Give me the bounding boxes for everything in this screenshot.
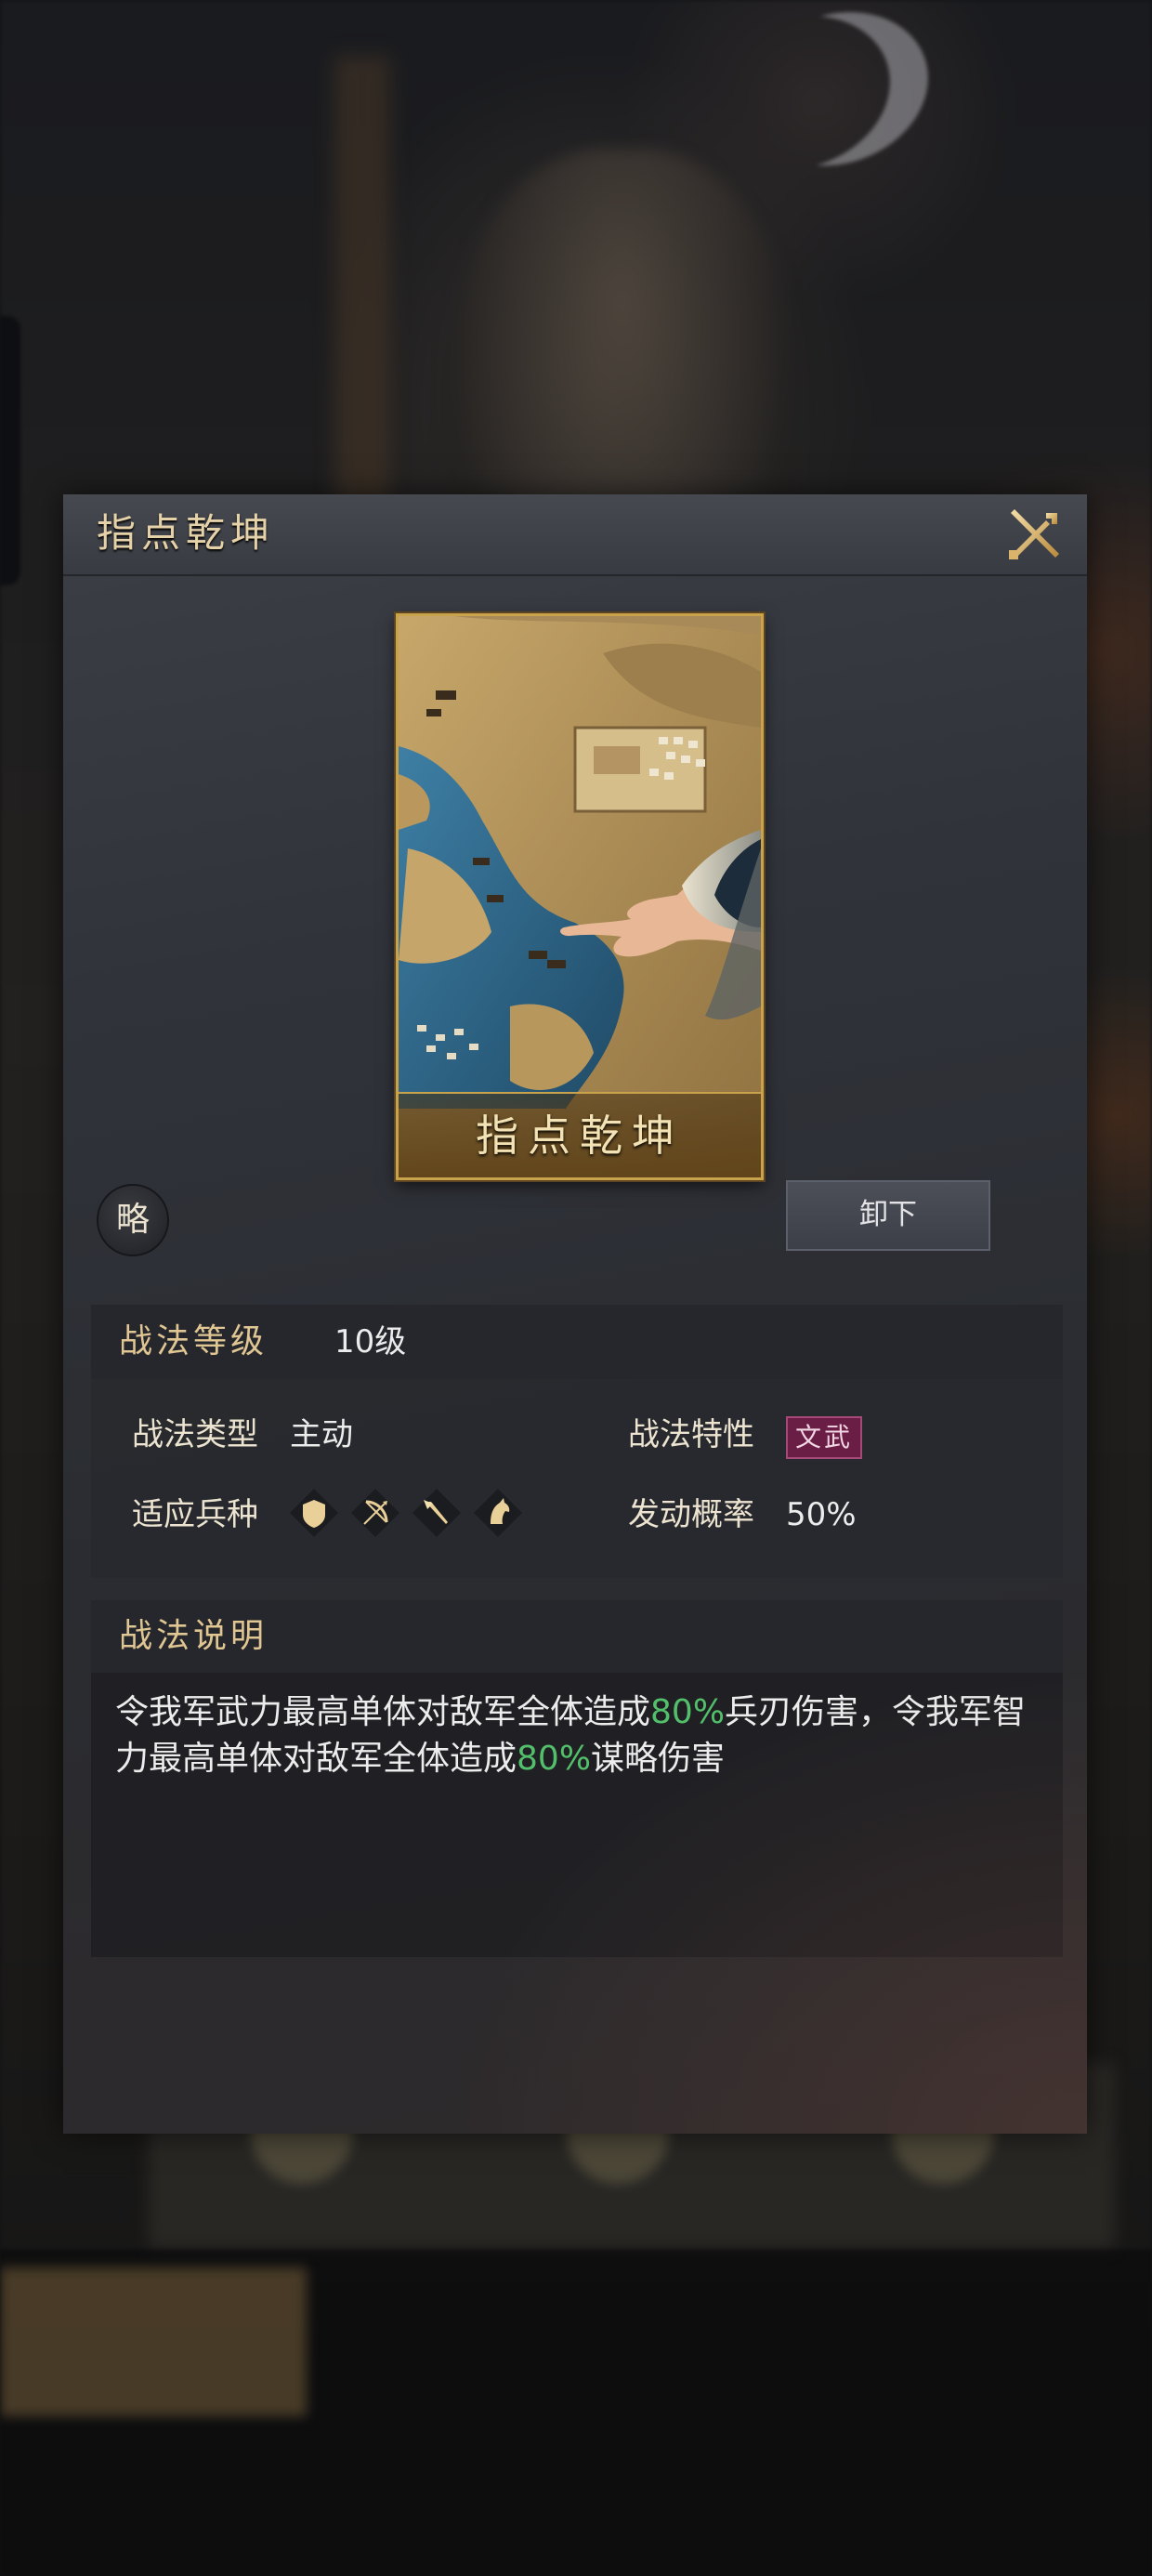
bow-icon xyxy=(351,1489,399,1537)
description-header: 战法说明 xyxy=(91,1600,1063,1673)
close-button[interactable] xyxy=(1005,504,1067,565)
tactic-level-label: 战法等级 xyxy=(119,1322,268,1360)
crossed-swords-close-icon xyxy=(1009,509,1059,559)
description-text: 令我军武力最高单体对敌军全体造成80%兵刃伤害，令我军智力最高单体对敌军全体造成… xyxy=(115,1689,1044,1782)
unequip-button[interactable]: 卸下 xyxy=(786,1180,990,1251)
tactic-detail-dialog: 指点乾坤 指点乾坤 略 卸下 战法等级 10级 战法类型 主动 战法特性 文武 … xyxy=(63,494,1087,2134)
damage-percent-1: 80% xyxy=(650,1693,726,1731)
tactic-description-panel: 战法说明 令我军武力最高单体对敌军全体造成80%兵刃伤害，令我军智力最高单体对敌… xyxy=(91,1600,1063,1957)
description-label: 战法说明 xyxy=(119,1617,268,1655)
tactic-trait-badge: 文武 xyxy=(786,1416,863,1459)
moon-background xyxy=(687,0,912,194)
trigger-rate-label: 发动概率 xyxy=(628,1496,754,1533)
shield-icon xyxy=(290,1489,338,1537)
description-part: 谋略伤害 xyxy=(591,1740,726,1778)
tactic-level-value: 10级 xyxy=(334,1323,407,1360)
tactic-type-value: 主动 xyxy=(290,1416,353,1453)
tactic-info-panel: 战法等级 10级 战法类型 主动 战法特性 文武 适应兵种 发动概率 50% xyxy=(91,1305,1063,1578)
tactic-trait-label: 战法特性 xyxy=(628,1416,754,1453)
troop-types-label: 适应兵种 xyxy=(132,1496,258,1533)
tactic-type-label: 战法类型 xyxy=(132,1416,258,1453)
description-part: 令我军武力最高单体对敌军全体造成 xyxy=(115,1693,651,1731)
tactic-card: 指点乾坤 xyxy=(396,613,764,1180)
trigger-rate-value: 50% xyxy=(786,1496,857,1533)
dialog-title: 指点乾坤 xyxy=(97,510,276,556)
tactic-category-badge: 略 xyxy=(97,1184,169,1256)
damage-percent-2: 80% xyxy=(517,1740,592,1778)
tactic-level-row: 战法等级 10级 xyxy=(91,1305,1063,1379)
tactic-card-name: 指点乾坤 xyxy=(399,1092,761,1177)
horse-icon xyxy=(474,1489,522,1537)
spear-icon xyxy=(412,1489,461,1537)
dialog-header: 指点乾坤 xyxy=(63,494,1087,576)
